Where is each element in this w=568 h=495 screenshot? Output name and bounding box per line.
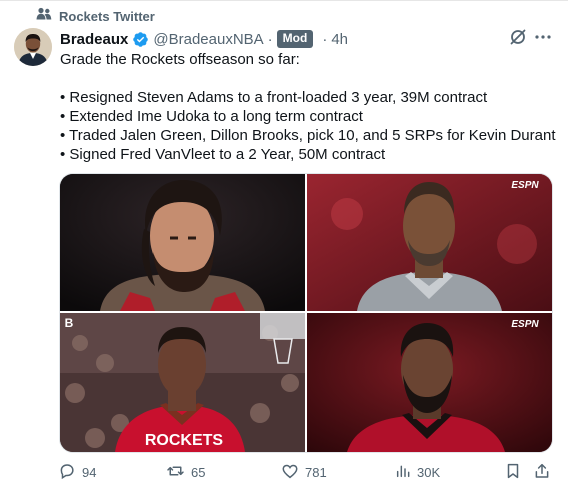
espn-watermark-1: ESPN <box>511 180 539 191</box>
bleacher-watermark: B <box>65 316 74 330</box>
jersey-text: ROCKETS <box>145 432 224 449</box>
mod-badge: Mod <box>276 30 314 48</box>
timestamp[interactable]: 4h <box>331 31 348 48</box>
photo-fred-vanvleet[interactable]: ESPN <box>307 313 552 452</box>
tweet-bullet-vanvleet: • Signed Fred VanVleet to a 2 Year, 50M … <box>60 146 386 163</box>
media-grid: ESPN ROCKETS B ESPN <box>59 173 553 453</box>
action-bar: 94 65 781 30K <box>58 458 558 486</box>
verified-badge-icon[interactable] <box>132 31 149 48</box>
tweet-bullet-durant: • Traded Jalen Green, Dillon Brooks, pic… <box>60 127 556 144</box>
repost-icon <box>166 462 185 483</box>
bookmark-icon <box>504 462 522 483</box>
bookmark-button[interactable] <box>504 462 522 483</box>
reply-button[interactable]: 94 <box>58 462 96 483</box>
view-count: 30K <box>417 465 441 480</box>
author-name[interactable]: Bradeaux <box>60 31 128 48</box>
tweet-text: Grade the Rockets offseason so far: • Re… <box>60 50 560 164</box>
heart-icon <box>281 462 299 483</box>
share-icon <box>533 462 551 483</box>
views-icon <box>395 462 411 483</box>
top-divider <box>0 0 568 1</box>
repost-button[interactable]: 65 <box>166 462 205 483</box>
separator-dot: · <box>267 30 273 48</box>
espn-watermark-2: ESPN <box>511 319 539 330</box>
photo-kevin-durant[interactable]: ROCKETS B <box>60 313 305 452</box>
tweet-bullet-udoka: • Extended Ime Udoka to a long term cont… <box>60 108 363 125</box>
author-handle[interactable]: @BradeauxNBA <box>153 31 263 48</box>
reply-count: 94 <box>82 465 97 480</box>
community-name: Rockets Twitter <box>59 8 155 24</box>
tweet-bullet-adams: • Resigned Steven Adams to a front-loade… <box>60 89 488 106</box>
tweet-line-prompt: Grade the Rockets offseason so far: <box>60 51 300 68</box>
photo-ime-udoka[interactable]: ESPN <box>307 174 552 311</box>
avatar[interactable] <box>14 28 52 66</box>
photo-steven-adams[interactable] <box>60 174 305 311</box>
tweet-header: Bradeaux @BradeauxNBA · Mod · 4h <box>60 29 348 49</box>
views-button[interactable]: 30K <box>395 462 440 483</box>
reply-icon <box>58 462 76 483</box>
community-context[interactable]: Rockets Twitter <box>36 7 155 26</box>
community-icon <box>36 7 52 26</box>
like-count: 781 <box>305 465 327 480</box>
separator-dot-2: · <box>322 30 328 48</box>
more-options-icon[interactable] <box>534 28 552 51</box>
share-button[interactable] <box>533 462 551 483</box>
repost-count: 65 <box>191 465 206 480</box>
grok-icon[interactable] <box>509 28 527 51</box>
like-button[interactable]: 781 <box>281 462 327 483</box>
